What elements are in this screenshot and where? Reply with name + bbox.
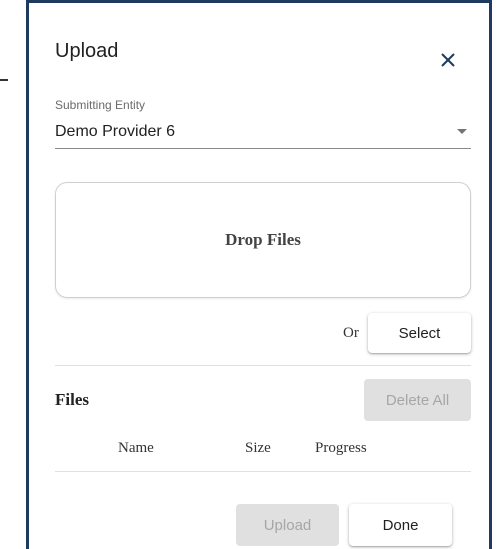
submitting-entity-label: Submitting Entity	[55, 98, 146, 112]
background-dash	[0, 79, 8, 81]
table-header-divider	[55, 471, 471, 472]
submitting-entity-select[interactable]: Demo Provider 6	[55, 117, 471, 149]
submitting-entity-value: Demo Provider 6	[55, 123, 176, 140]
dropdown-arrow-icon	[457, 129, 467, 134]
column-header-size: Size	[245, 440, 271, 456]
upload-button[interactable]: Upload	[236, 504, 339, 546]
select-files-button[interactable]: Select	[368, 313, 471, 353]
drop-files-zone[interactable]: Drop Files	[55, 182, 471, 298]
files-heading: Files	[55, 390, 89, 409]
close-button[interactable]	[436, 48, 460, 72]
or-text: Or	[343, 325, 359, 341]
column-header-name: Name	[118, 440, 154, 456]
section-divider	[55, 365, 471, 366]
drop-files-text: Drop Files	[225, 230, 301, 249]
delete-all-button[interactable]: Delete All	[364, 379, 471, 421]
close-icon	[441, 53, 455, 67]
column-header-progress: Progress	[315, 440, 367, 456]
done-button[interactable]: Done	[349, 504, 452, 546]
dialog-title: Upload	[55, 40, 119, 62]
upload-dialog: Upload Submitting Entity Demo Provider 6…	[26, 0, 492, 549]
page: Upload Submitting Entity Demo Provider 6…	[0, 0, 498, 549]
